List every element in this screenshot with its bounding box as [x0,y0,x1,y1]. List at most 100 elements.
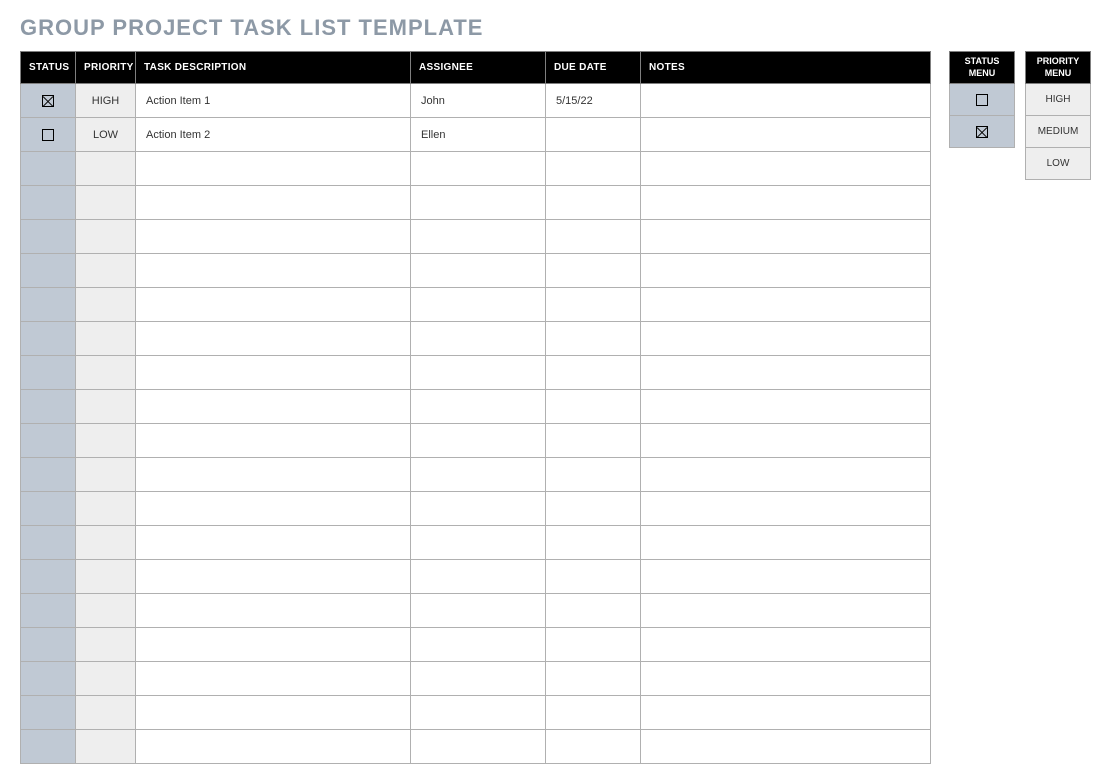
notes-cell[interactable] [641,288,931,322]
notes-cell[interactable] [641,526,931,560]
status-cell[interactable] [21,152,76,186]
priority-cell[interactable] [76,560,136,594]
notes-cell[interactable] [641,390,931,424]
task-cell[interactable] [136,390,411,424]
assignee-cell[interactable]: John [411,84,546,118]
status-menu-item[interactable] [950,84,1015,116]
assignee-cell[interactable] [411,424,546,458]
priority-cell[interactable] [76,356,136,390]
task-cell[interactable] [136,560,411,594]
task-cell[interactable] [136,220,411,254]
status-menu-item[interactable] [950,116,1015,148]
notes-cell[interactable] [641,662,931,696]
status-cell[interactable] [21,84,76,118]
status-cell[interactable] [21,526,76,560]
status-cell[interactable] [21,662,76,696]
assignee-cell[interactable] [411,730,546,764]
notes-cell[interactable] [641,492,931,526]
status-cell[interactable] [21,356,76,390]
priority-cell[interactable]: HIGH [76,84,136,118]
duedate-cell[interactable] [546,526,641,560]
priority-cell[interactable]: LOW [76,118,136,152]
assignee-cell[interactable] [411,152,546,186]
notes-cell[interactable] [641,356,931,390]
status-cell[interactable] [21,696,76,730]
status-cell[interactable] [21,594,76,628]
assignee-cell[interactable]: Ellen [411,118,546,152]
task-cell[interactable] [136,526,411,560]
notes-cell[interactable] [641,424,931,458]
checkbox-checked-icon[interactable] [42,95,54,107]
task-cell[interactable] [136,696,411,730]
notes-cell[interactable] [641,84,931,118]
duedate-cell[interactable] [546,560,641,594]
assignee-cell[interactable] [411,628,546,662]
assignee-cell[interactable] [411,458,546,492]
priority-cell[interactable] [76,254,136,288]
priority-cell[interactable] [76,288,136,322]
task-cell[interactable]: Action Item 1 [136,84,411,118]
status-cell[interactable] [21,628,76,662]
task-cell[interactable] [136,152,411,186]
status-cell[interactable] [21,458,76,492]
notes-cell[interactable] [641,696,931,730]
duedate-cell[interactable] [546,288,641,322]
priority-cell[interactable] [76,492,136,526]
duedate-cell[interactable] [546,492,641,526]
duedate-cell[interactable] [546,118,641,152]
priority-menu-item[interactable]: HIGH [1026,84,1091,116]
task-cell[interactable]: Action Item 2 [136,118,411,152]
priority-cell[interactable] [76,424,136,458]
priority-cell[interactable] [76,220,136,254]
task-cell[interactable] [136,186,411,220]
notes-cell[interactable] [641,628,931,662]
duedate-cell[interactable] [546,356,641,390]
status-cell[interactable] [21,730,76,764]
priority-menu-item[interactable]: MEDIUM [1026,116,1091,148]
task-cell[interactable] [136,254,411,288]
notes-cell[interactable] [641,322,931,356]
status-cell[interactable] [21,288,76,322]
assignee-cell[interactable] [411,594,546,628]
status-cell[interactable] [21,220,76,254]
duedate-cell[interactable] [546,628,641,662]
status-cell[interactable] [21,254,76,288]
notes-cell[interactable] [641,220,931,254]
notes-cell[interactable] [641,560,931,594]
task-cell[interactable] [136,492,411,526]
priority-cell[interactable] [76,526,136,560]
assignee-cell[interactable] [411,696,546,730]
assignee-cell[interactable] [411,322,546,356]
assignee-cell[interactable] [411,560,546,594]
priority-cell[interactable] [76,152,136,186]
task-cell[interactable] [136,322,411,356]
duedate-cell[interactable]: 5/15/22 [546,84,641,118]
priority-menu-item[interactable]: LOW [1026,148,1091,180]
notes-cell[interactable] [641,118,931,152]
notes-cell[interactable] [641,458,931,492]
task-cell[interactable] [136,594,411,628]
notes-cell[interactable] [641,730,931,764]
duedate-cell[interactable] [546,220,641,254]
duedate-cell[interactable] [546,322,641,356]
status-cell[interactable] [21,118,76,152]
priority-cell[interactable] [76,458,136,492]
assignee-cell[interactable] [411,288,546,322]
duedate-cell[interactable] [546,390,641,424]
duedate-cell[interactable] [546,730,641,764]
notes-cell[interactable] [641,594,931,628]
duedate-cell[interactable] [546,594,641,628]
assignee-cell[interactable] [411,662,546,696]
status-cell[interactable] [21,492,76,526]
duedate-cell[interactable] [546,696,641,730]
status-cell[interactable] [21,322,76,356]
notes-cell[interactable] [641,186,931,220]
task-cell[interactable] [136,288,411,322]
status-cell[interactable] [21,424,76,458]
task-cell[interactable] [136,730,411,764]
assignee-cell[interactable] [411,526,546,560]
priority-cell[interactable] [76,186,136,220]
assignee-cell[interactable] [411,220,546,254]
priority-cell[interactable] [76,730,136,764]
assignee-cell[interactable] [411,356,546,390]
